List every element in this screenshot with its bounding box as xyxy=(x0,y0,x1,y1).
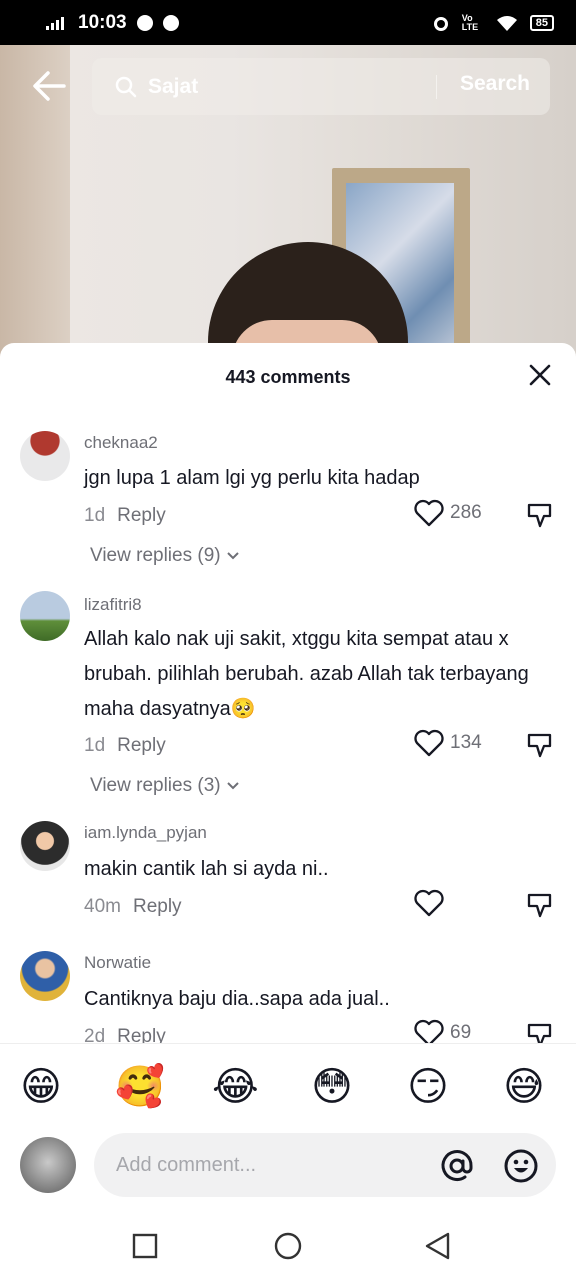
emoji-bar: 😁 🥰 😂 😳 😏 😅 xyxy=(0,1043,576,1129)
reply-button[interactable]: Reply xyxy=(117,735,166,756)
emoji-button[interactable]: 😂 xyxy=(212,1064,259,1110)
comment-text: makin cantik lah si ayda ni.. xyxy=(84,858,329,880)
comment-text: jgn lupa 1 alam lgi yg perlu kita hadap xyxy=(84,467,420,489)
reply-button[interactable]: Reply xyxy=(133,896,182,917)
thumbs-down-icon xyxy=(527,733,552,758)
view-replies-label: View replies (3) xyxy=(90,775,221,796)
search-divider xyxy=(436,75,437,99)
reply-button[interactable]: Reply xyxy=(117,1026,166,1043)
like-count: 134 xyxy=(450,732,482,753)
comment-username[interactable]: lizafitri8 xyxy=(84,595,142,615)
recents-button[interactable] xyxy=(130,1231,160,1261)
arrow-left-icon xyxy=(33,71,66,101)
avatar[interactable] xyxy=(20,591,70,641)
reply-button[interactable]: Reply xyxy=(117,505,166,526)
emoji-button[interactable]: 😳 xyxy=(309,1064,355,1110)
comment-meta: 1d Reply xyxy=(84,735,166,757)
view-replies-label: View replies (9) xyxy=(90,545,221,566)
comment-text: Cantiknya baju dia..sapa ada jual.. xyxy=(84,988,390,1010)
status-right: Vo LTE 85 xyxy=(432,12,554,32)
network-label: Vo LTE xyxy=(461,12,479,32)
emoji-button[interactable]: 😏 xyxy=(405,1064,451,1110)
comment-username[interactable]: Norwatie xyxy=(84,953,151,973)
like-button[interactable] xyxy=(414,889,450,917)
like-button[interactable]: 286 xyxy=(414,499,482,527)
status-time: 10:03 xyxy=(78,11,127,33)
comment-username[interactable]: cheknaa2 xyxy=(84,433,158,453)
back-nav-button[interactable] xyxy=(422,1231,452,1261)
comment-composer xyxy=(0,1129,576,1209)
comment-age: 1d xyxy=(84,505,106,526)
thumbs-down-icon xyxy=(527,893,552,918)
thumbs-down-icon xyxy=(527,1023,552,1043)
comment-age: 2d xyxy=(84,1026,106,1043)
chevron-down-icon xyxy=(227,782,239,790)
comments-count-title: 443 comments xyxy=(225,367,351,387)
heart-icon xyxy=(414,889,444,917)
close-button[interactable] xyxy=(528,363,552,387)
triangle-back-icon xyxy=(425,1232,450,1260)
alarm-icon xyxy=(433,16,448,31)
circle-icon xyxy=(274,1232,302,1260)
like-count: 69 xyxy=(450,1022,472,1043)
signal-icon xyxy=(46,16,64,30)
mention-button[interactable] xyxy=(438,1147,476,1185)
home-button[interactable] xyxy=(273,1231,303,1261)
status-bar: 10:03 Vo LTE 85 xyxy=(0,0,576,45)
view-replies-button[interactable]: View replies (9) xyxy=(90,545,240,567)
heart-icon xyxy=(414,1019,444,1043)
avatar[interactable] xyxy=(20,951,70,1001)
avatar[interactable] xyxy=(20,431,70,481)
square-icon xyxy=(132,1233,158,1259)
wifi-icon xyxy=(496,15,517,31)
search-query[interactable]: Sajat xyxy=(148,75,198,99)
like-button[interactable]: 134 xyxy=(414,729,482,757)
battery-icon: 85 xyxy=(529,14,554,31)
comment-meta: 40m Reply xyxy=(84,896,182,918)
comment-meta: 2d Reply xyxy=(84,1026,166,1043)
dislike-button[interactable] xyxy=(526,1021,554,1043)
heart-icon xyxy=(414,729,444,757)
view-replies-button[interactable]: View replies (3) xyxy=(90,775,240,797)
comment-text: Allah kalo nak uji sakit, xtggu kita sem… xyxy=(84,628,529,720)
emoji-button[interactable]: 😅 xyxy=(501,1064,547,1110)
search-icon xyxy=(115,76,137,97)
back-button[interactable] xyxy=(30,66,70,106)
heart-icon xyxy=(414,499,444,527)
dislike-button[interactable] xyxy=(526,891,554,919)
emoji-button[interactable]: 😁 xyxy=(18,1064,64,1110)
close-icon xyxy=(529,364,551,386)
comment-username[interactable]: iam.lynda_pyjan xyxy=(84,823,207,843)
comment-age: 40m xyxy=(84,896,121,917)
comments-sheet: 443 comments cheknaa2 jgn lupa 1 alam lg… xyxy=(0,343,576,1043)
dislike-button[interactable] xyxy=(526,731,554,759)
avatar[interactable] xyxy=(20,821,70,871)
app-notification-icon xyxy=(162,14,179,31)
dislike-button[interactable] xyxy=(526,501,554,529)
user-avatar[interactable] xyxy=(20,1137,76,1193)
comment-meta: 1d Reply xyxy=(84,505,166,527)
comment-age: 1d xyxy=(84,735,106,756)
at-sign-icon xyxy=(441,1150,473,1181)
emoji-picker-button[interactable] xyxy=(502,1147,540,1185)
like-button[interactable]: 69 xyxy=(414,1019,471,1043)
thumbs-down-icon xyxy=(527,503,552,528)
smiley-icon xyxy=(504,1149,538,1183)
system-navigation-bar xyxy=(0,1209,576,1280)
status-left: 10:03 xyxy=(46,12,179,34)
chat-notification-icon xyxy=(136,14,153,31)
search-bar[interactable]: Sajat Search xyxy=(92,58,550,115)
search-button[interactable]: Search xyxy=(460,72,530,96)
battery-level: 85 xyxy=(535,16,548,29)
comment-input[interactable] xyxy=(94,1133,556,1197)
like-count: 286 xyxy=(450,502,482,523)
emoji-button[interactable]: 🥰 xyxy=(115,1064,165,1110)
chevron-down-icon xyxy=(227,552,239,560)
